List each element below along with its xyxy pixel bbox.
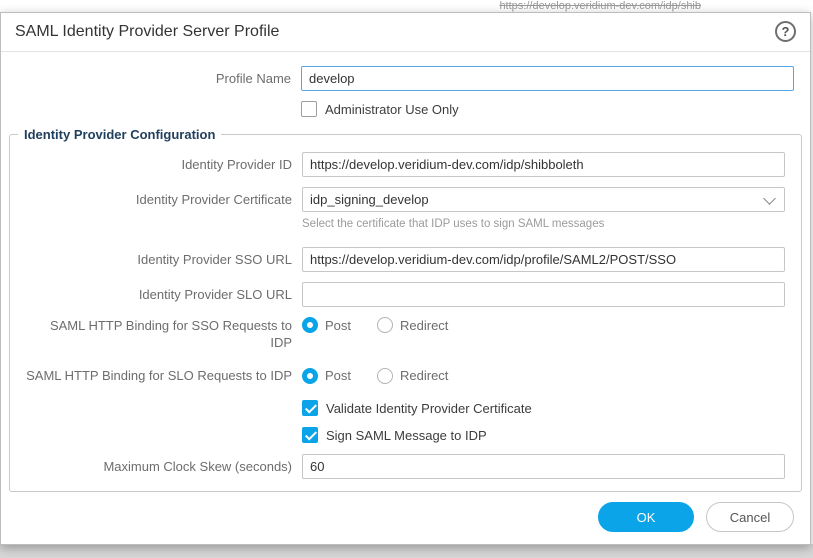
sso-binding-redirect-label: Redirect: [400, 318, 448, 333]
slo-binding-row: SAML HTTP Binding for SLO Requests to ID…: [10, 367, 801, 384]
profile-name-row: Profile Name: [1, 66, 810, 91]
admin-only-checkbox-option[interactable]: Administrator Use Only: [301, 101, 459, 117]
validate-cert-checkbox-option[interactable]: Validate Identity Provider Certificate: [302, 400, 532, 416]
admin-only-option-label: Administrator Use Only: [325, 102, 459, 117]
slo-binding-field: Post Redirect: [302, 368, 785, 384]
admin-only-field: Administrator Use Only: [301, 101, 794, 117]
idp-id-field-wrap: [302, 152, 785, 177]
validate-cert-field: Validate Identity Provider Certificate: [302, 400, 785, 416]
radio-selected-icon: [302, 368, 318, 384]
idp-configuration-legend: Identity Provider Configuration: [18, 127, 221, 142]
chevron-down-icon: [763, 192, 776, 205]
idp-cert-row: Identity Provider Certificate idp_signin…: [10, 187, 801, 212]
clock-skew-input[interactable]: [302, 454, 785, 479]
sign-saml-checkbox-option[interactable]: Sign SAML Message to IDP: [302, 427, 487, 443]
sso-url-label: Identity Provider SSO URL: [10, 251, 302, 268]
clock-skew-label: Maximum Clock Skew (seconds): [10, 458, 302, 475]
profile-name-label: Profile Name: [1, 70, 301, 87]
cancel-button[interactable]: Cancel: [706, 502, 794, 532]
sign-saml-row: Sign SAML Message to IDP: [10, 427, 801, 443]
sso-binding-post-label: Post: [325, 318, 351, 333]
idp-cert-label: Identity Provider Certificate: [10, 191, 302, 208]
dialog-title: SAML Identity Provider Server Profile: [15, 23, 279, 41]
slo-url-field-wrap: [302, 282, 785, 307]
idp-cert-help-text: Select the certificate that IDP uses to …: [302, 217, 785, 231]
validate-cert-row: Validate Identity Provider Certificate: [10, 400, 801, 416]
idp-id-row: Identity Provider ID: [10, 152, 801, 177]
slo-binding-radio-post[interactable]: Post: [302, 368, 351, 384]
radio-selected-icon: [302, 317, 318, 333]
sign-saml-field: Sign SAML Message to IDP: [302, 427, 785, 443]
ok-button[interactable]: OK: [598, 502, 694, 532]
help-icon[interactable]: ?: [775, 21, 796, 42]
page-background: https://develop.veridium-dev.com/idp/shi…: [0, 0, 813, 558]
slo-url-row: Identity Provider SLO URL: [10, 282, 801, 307]
dialog-body: Profile Name Administrator Use Only Iden…: [1, 52, 810, 502]
slo-binding-radio-redirect[interactable]: Redirect: [377, 368, 448, 384]
idp-cert-help-row: Select the certificate that IDP uses to …: [10, 217, 801, 231]
idp-cert-select[interactable]: idp_signing_develop: [302, 187, 785, 212]
radio-unselected-icon: [377, 317, 393, 333]
profile-name-field-wrap: [301, 66, 794, 91]
checkbox-checked-icon: [302, 427, 318, 443]
sso-binding-radio-redirect[interactable]: Redirect: [377, 317, 448, 333]
idp-id-label: Identity Provider ID: [10, 156, 302, 173]
background-url-text: https://develop.veridium-dev.com/idp/shi…: [499, 0, 701, 12]
slo-binding-post-label: Post: [325, 368, 351, 383]
slo-url-label: Identity Provider SLO URL: [10, 286, 302, 303]
clock-skew-field-wrap: [302, 454, 785, 479]
sso-binding-radio-group: Post Redirect: [302, 317, 448, 333]
validate-cert-option-label: Validate Identity Provider Certificate: [326, 401, 532, 416]
sso-binding-label: SAML HTTP Binding for SSO Requests to ID…: [10, 317, 302, 351]
clock-skew-row: Maximum Clock Skew (seconds): [10, 454, 801, 479]
slo-url-input[interactable]: [302, 282, 785, 307]
checkbox-checked-icon: [302, 400, 318, 416]
radio-unselected-icon: [377, 368, 393, 384]
idp-cert-field-wrap: idp_signing_develop: [302, 187, 785, 212]
sso-binding-field: Post Redirect: [302, 317, 785, 333]
slo-binding-radio-group: Post Redirect: [302, 368, 448, 384]
idp-id-input[interactable]: [302, 152, 785, 177]
sso-url-input[interactable]: [302, 247, 785, 272]
admin-only-row: Administrator Use Only: [1, 101, 810, 117]
sso-binding-radio-post[interactable]: Post: [302, 317, 351, 333]
dialog-footer: OK Cancel: [1, 502, 810, 550]
sso-url-field-wrap: [302, 247, 785, 272]
slo-binding-redirect-label: Redirect: [400, 368, 448, 383]
idp-cert-selected-value: idp_signing_develop: [310, 192, 429, 207]
sso-binding-row: SAML HTTP Binding for SSO Requests to ID…: [10, 317, 801, 351]
slo-binding-label: SAML HTTP Binding for SLO Requests to ID…: [10, 367, 302, 384]
idp-configuration-group: Identity Provider Configuration Identity…: [9, 127, 802, 492]
saml-idp-profile-dialog: SAML Identity Provider Server Profile ? …: [0, 12, 811, 545]
sso-url-row: Identity Provider SSO URL: [10, 247, 801, 272]
sign-saml-option-label: Sign SAML Message to IDP: [326, 428, 487, 443]
admin-only-checkbox-icon: [301, 101, 317, 117]
dialog-header: SAML Identity Provider Server Profile ?: [1, 13, 810, 52]
profile-name-input[interactable]: [301, 66, 794, 91]
